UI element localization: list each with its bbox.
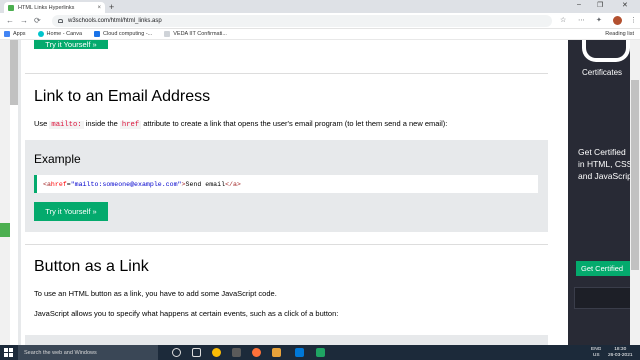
bookmark-label: VEDA IIT Confirmati... xyxy=(173,31,227,37)
chrome-icon[interactable] xyxy=(212,348,221,357)
lang-code: ENG xyxy=(591,347,602,352)
taskbar-search-box[interactable]: Search the web and Windows xyxy=(18,345,158,360)
bookmark-label: Apps xyxy=(13,31,26,37)
clock-date: 26-03-2021 xyxy=(608,352,633,358)
bookmark-veda[interactable]: VEDA IIT Confirmati... xyxy=(164,31,227,37)
bookmark-star-icon[interactable]: ☆ xyxy=(560,16,566,26)
app-icon[interactable] xyxy=(232,348,241,357)
apps-grid-icon xyxy=(4,31,10,37)
browser-menu-icon[interactable]: ⋮ xyxy=(630,16,637,26)
button-link-paragraph-2: JavaScript allows you to specify what ha… xyxy=(34,309,339,318)
profile-avatar[interactable] xyxy=(613,16,622,25)
browser-toolbar: ← → ⟳ w3schools.com/html/html_links.asp … xyxy=(0,13,640,29)
back-button[interactable]: ← xyxy=(6,16,14,26)
language-indicator[interactable]: ENG US xyxy=(591,347,601,358)
puzzle-extensions-icon[interactable]: ✦ xyxy=(596,16,602,26)
cortana-icon[interactable] xyxy=(172,348,181,357)
ad-line-3: and JavaScript xyxy=(578,171,635,181)
code-value: "mailto:someone@example.com" xyxy=(70,180,182,188)
minimize-button[interactable]: – xyxy=(577,1,581,8)
address-bar[interactable]: w3schools.com/html/html_links.asp xyxy=(52,15,552,27)
forward-button[interactable]: → xyxy=(20,16,28,26)
browser-tab-strip: HTML Links Hyperlinks × + – ❐ ✕ xyxy=(0,0,640,13)
w3-logo-icon xyxy=(582,40,630,62)
try-it-yourself-button-top[interactable]: Try it Yourself » xyxy=(34,40,108,49)
file-explorer-icon[interactable] xyxy=(272,348,281,357)
section-heading-email: Link to an Email Address xyxy=(34,88,211,105)
url-text[interactable]: w3schools.com/html/html_links.asp xyxy=(68,18,162,24)
region-code: US xyxy=(592,352,600,358)
code-end-tag: </a> xyxy=(225,180,241,188)
ad-get-certified-button[interactable]: Get Certified xyxy=(576,261,636,276)
content-gutter xyxy=(18,40,21,345)
code-tag-open: <a xyxy=(43,180,51,188)
ad-line-2: in HTML, CSS xyxy=(578,159,633,169)
ad-screenshot-image xyxy=(574,287,636,309)
section-heading-button-link: Button as a Link xyxy=(34,258,149,275)
mailto-keyword: mailto: xyxy=(49,121,84,129)
desc-text: attribute to create a link that opens th… xyxy=(141,119,448,128)
try-it-yourself-button[interactable]: Try it Yourself » xyxy=(34,202,108,221)
veda-icon xyxy=(164,31,171,37)
left-sidebar-active-marker xyxy=(0,223,10,237)
clock[interactable]: 18:30 26-03-2021 xyxy=(608,347,633,358)
bookmark-label: Home - Canva xyxy=(46,31,83,37)
new-tab-button[interactable]: + xyxy=(109,2,114,12)
browser-tab[interactable]: HTML Links Hyperlinks × xyxy=(4,2,105,13)
href-keyword: href xyxy=(119,121,142,129)
code-attr: href xyxy=(50,180,67,188)
bookmark-canva[interactable]: Home - Canva xyxy=(37,31,83,37)
desc-text: Use xyxy=(34,119,50,128)
divider xyxy=(25,244,548,245)
maximize-button[interactable]: ❐ xyxy=(597,1,603,9)
store-icon[interactable] xyxy=(295,348,304,357)
code-sample: <a href = "mailto:someone@example.com" > Sen… xyxy=(34,175,538,193)
cloud-site-icon xyxy=(94,31,101,37)
extension-icon[interactable]: ⋯ xyxy=(578,16,585,26)
firefox-icon[interactable] xyxy=(252,348,261,357)
canva-icon xyxy=(37,31,44,37)
bookmark-label: Cloud computing -... xyxy=(103,31,153,37)
reload-button[interactable]: ⟳ xyxy=(34,16,41,26)
lock-icon xyxy=(58,19,63,23)
tab-close-icon[interactable]: × xyxy=(97,5,101,11)
example-box: Example <a href = "mailto:someone@example.… xyxy=(25,140,548,232)
bookmarks-bar: Apps Home - Canva Cloud computing -... V… xyxy=(0,29,640,40)
close-window-button[interactable]: ✕ xyxy=(622,1,628,9)
tab-title: HTML Links Hyperlinks xyxy=(18,4,75,11)
windows-start-icon[interactable] xyxy=(4,348,13,357)
button-link-paragraph-1: To use an HTML button as a link, you hav… xyxy=(34,289,277,298)
code-link-text: Send email xyxy=(185,180,226,188)
bookmark-apps[interactable]: Apps xyxy=(4,31,26,37)
task-view-icon[interactable] xyxy=(192,348,201,357)
email-description: Use mailto: inside the href attribute to… xyxy=(34,119,447,129)
clock-time: 18:30 xyxy=(614,347,627,352)
left-sidebar-scrollbar[interactable] xyxy=(0,40,10,345)
divider xyxy=(25,73,548,74)
desc-text: inside the xyxy=(83,119,120,128)
app-icon-green[interactable] xyxy=(316,348,325,357)
ad-certificates-label: Certificates xyxy=(582,68,623,77)
example-title: Example xyxy=(34,152,81,166)
ad-line-1: Get Certified xyxy=(578,147,626,157)
reading-list-button[interactable]: Reading list xyxy=(605,31,634,37)
w3schools-favicon-icon xyxy=(8,4,14,11)
windows-taskbar: Search the web and Windows ENG US 18:30 … xyxy=(0,345,640,360)
right-scroll-thumb[interactable] xyxy=(631,80,639,270)
left-scroll-thumb[interactable] xyxy=(10,40,18,105)
bookmark-cloud-computing[interactable]: Cloud computing -... xyxy=(94,31,152,37)
